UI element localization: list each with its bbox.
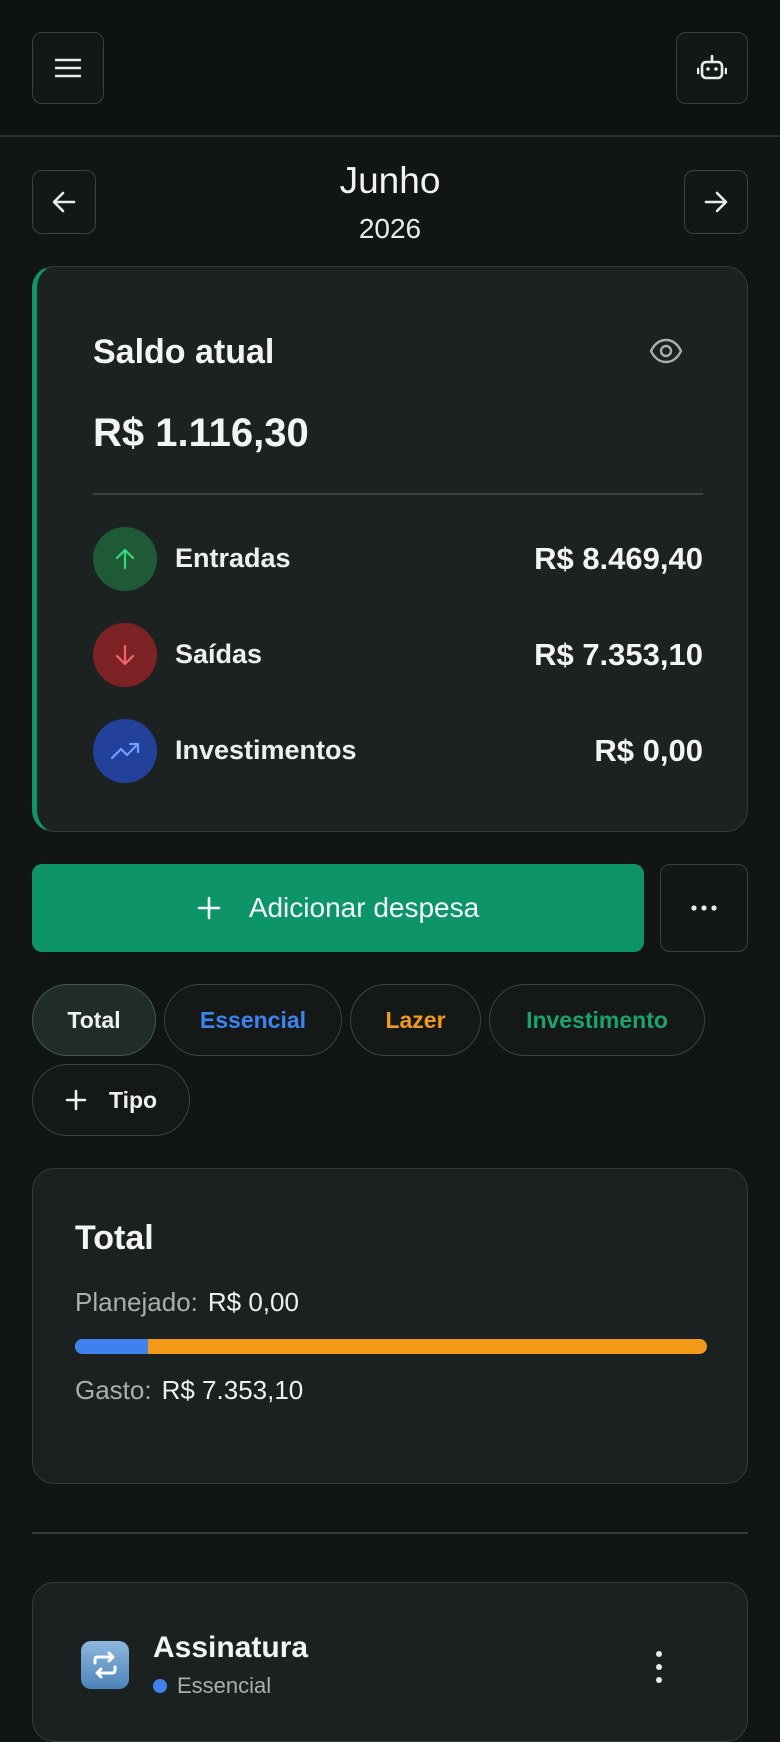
investments-row: Investimentos R$ 0,00 bbox=[93, 719, 703, 783]
category-dot bbox=[153, 1679, 167, 1693]
previous-month-button[interactable] bbox=[32, 170, 96, 234]
filter-chip-total[interactable]: Total bbox=[32, 984, 156, 1056]
more-vertical-icon[interactable] bbox=[647, 1649, 671, 1685]
spent-line: Gasto: R$ 7.353,10 bbox=[75, 1375, 303, 1406]
balance-card: Saldo atual R$ 1.116,30 Entradas R$ 8.46… bbox=[32, 266, 748, 832]
arrow-right-icon bbox=[704, 191, 728, 213]
arrow-down-icon bbox=[115, 644, 135, 666]
progress-fill-essencial bbox=[75, 1339, 148, 1354]
income-row: Entradas R$ 8.469,40 bbox=[93, 527, 703, 591]
income-label: Entradas bbox=[175, 543, 291, 573]
assistant-button[interactable] bbox=[676, 32, 748, 104]
balance-value: R$ 1.116,30 bbox=[93, 411, 309, 455]
month-title: Junho bbox=[339, 160, 441, 201]
planned-value: R$ 0,00 bbox=[207, 1287, 299, 1317]
add-expense-button[interactable]: Adicionar despesa bbox=[32, 864, 644, 952]
arrow-up-icon bbox=[115, 548, 135, 570]
spent-label: Gasto: bbox=[75, 1375, 152, 1405]
expenses-value: R$ 7.353,10 bbox=[534, 637, 703, 672]
expense-category-label: Essencial bbox=[177, 1673, 272, 1698]
filter-chip-essencial[interactable]: Essencial bbox=[164, 984, 342, 1056]
add-type-chip[interactable]: Tipo bbox=[32, 1064, 190, 1136]
planned-line: Planejado: R$ 0,00 bbox=[75, 1287, 299, 1318]
income-icon-circle bbox=[93, 527, 157, 591]
add-expense-label: Adicionar despesa bbox=[248, 892, 480, 923]
expenses-icon-circle bbox=[93, 623, 157, 687]
filter-chip-investimento[interactable]: Investimento bbox=[489, 984, 705, 1056]
expenses-label: Saídas bbox=[175, 639, 263, 669]
expense-name: Assinatura bbox=[153, 1631, 309, 1664]
total-summary-card: Total Planejado: R$ 0,00 Gasto: R$ 7.353,1… bbox=[32, 1168, 748, 1484]
expenses-row: Saídas R$ 7.353,10 bbox=[93, 623, 703, 687]
menu-button[interactable] bbox=[32, 32, 104, 104]
balance-label: Saldo atual bbox=[93, 333, 275, 371]
plus-icon bbox=[197, 896, 221, 920]
trending-up-icon bbox=[110, 742, 140, 760]
investments-icon-circle bbox=[93, 719, 157, 783]
planned-label: Planejado: bbox=[75, 1287, 198, 1317]
more-horizontal-icon bbox=[691, 905, 717, 911]
repeat-arrows-icon bbox=[93, 1651, 117, 1679]
robot-icon bbox=[697, 54, 727, 80]
more-options-button[interactable] bbox=[660, 864, 748, 952]
recurring-icon bbox=[81, 1641, 129, 1689]
income-value: R$ 8.469,40 bbox=[534, 541, 703, 576]
plus-icon bbox=[65, 1089, 87, 1111]
filter-chip-lazer[interactable]: Lazer bbox=[350, 984, 481, 1056]
expense-list-item[interactable]: Assinatura Essencial bbox=[32, 1582, 748, 1742]
summary-title: Total bbox=[75, 1219, 154, 1257]
year-title: 2026 bbox=[358, 213, 422, 244]
divider bbox=[93, 493, 703, 495]
section-divider bbox=[32, 1532, 748, 1534]
add-type-label: Tipo bbox=[108, 1086, 158, 1113]
top-bar bbox=[0, 0, 780, 137]
hamburger-icon bbox=[55, 58, 81, 78]
next-month-button[interactable] bbox=[684, 170, 748, 234]
expense-category: Essencial bbox=[153, 1673, 271, 1699]
investments-label: Investimentos bbox=[175, 735, 357, 765]
spent-value: R$ 7.353,10 bbox=[161, 1375, 304, 1405]
arrow-left-icon bbox=[52, 191, 76, 213]
eye-icon[interactable] bbox=[649, 337, 683, 365]
investments-value: R$ 0,00 bbox=[594, 733, 703, 768]
spending-progress-bar bbox=[75, 1339, 707, 1354]
